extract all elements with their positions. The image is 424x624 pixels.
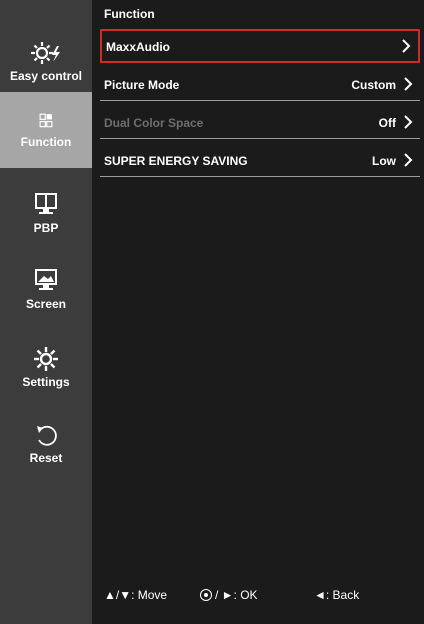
divider bbox=[100, 176, 420, 177]
menu-row-label: SUPER ENERGY SAVING bbox=[104, 154, 248, 168]
hint-ok-label: / ►: OK bbox=[215, 588, 258, 602]
sidebar-item-label: Function bbox=[20, 135, 72, 149]
key-hints: ▲/▼: Move / ►: OK ◄: Back bbox=[92, 588, 424, 606]
chevron-right-icon bbox=[404, 115, 413, 129]
sidebar-item-settings[interactable]: Settings bbox=[0, 334, 92, 410]
sidebar-item-label: Screen bbox=[25, 297, 67, 311]
pbp-icon bbox=[35, 193, 57, 214]
divider bbox=[100, 100, 420, 101]
menu-row-label: Picture Mode bbox=[104, 78, 180, 92]
sidebar-item-function[interactable]: Function bbox=[0, 92, 92, 168]
sidebar-item-label: Easy control bbox=[9, 69, 83, 83]
easy-control-icon bbox=[31, 42, 60, 64]
main-panel: Function MaxxAudio Picture Mode Custom D… bbox=[92, 0, 424, 624]
sidebar-item-label: PBP bbox=[33, 221, 59, 235]
sidebar-item-screen[interactable]: Screen bbox=[0, 256, 92, 332]
ok-button-icon bbox=[200, 589, 212, 601]
menu-row-super-energy-saving[interactable]: SUPER ENERGY SAVING Low bbox=[100, 145, 420, 177]
settings-icon bbox=[34, 347, 58, 371]
chevron-right-icon bbox=[404, 77, 413, 91]
menu-row-label: MaxxAudio bbox=[106, 40, 171, 54]
menu-row-value: Off bbox=[378, 116, 396, 130]
hint-ok: / ►: OK bbox=[200, 588, 258, 602]
chevron-right-icon bbox=[402, 39, 411, 53]
menu-row-value: Custom bbox=[351, 78, 396, 92]
sidebar: Easy control Function PBP Screen Setting… bbox=[0, 0, 92, 624]
osd-menu: Easy control Function PBP Screen Setting… bbox=[0, 0, 424, 624]
sidebar-item-reset[interactable]: Reset bbox=[0, 410, 92, 486]
hint-move: ▲/▼: Move bbox=[104, 588, 168, 602]
menu-row-picture-mode[interactable]: Picture Mode Custom bbox=[100, 69, 420, 101]
sidebar-item-label: Settings bbox=[22, 375, 70, 389]
page-title: Function bbox=[104, 7, 155, 21]
menu-row-maxxaudio[interactable]: MaxxAudio bbox=[100, 29, 420, 63]
divider bbox=[100, 138, 420, 139]
function-icon bbox=[39, 113, 53, 128]
menu-row-dual-color-space[interactable]: Dual Color Space Off bbox=[100, 107, 420, 139]
screen-icon bbox=[35, 269, 57, 290]
sidebar-item-label: Reset bbox=[29, 451, 63, 465]
menu-row-value: Low bbox=[372, 154, 396, 168]
reset-icon bbox=[37, 425, 57, 446]
sidebar-item-pbp[interactable]: PBP bbox=[0, 180, 92, 256]
chevron-right-icon bbox=[404, 153, 413, 167]
hint-back: ◄: Back bbox=[314, 588, 360, 602]
menu-row-label: Dual Color Space bbox=[104, 116, 204, 130]
